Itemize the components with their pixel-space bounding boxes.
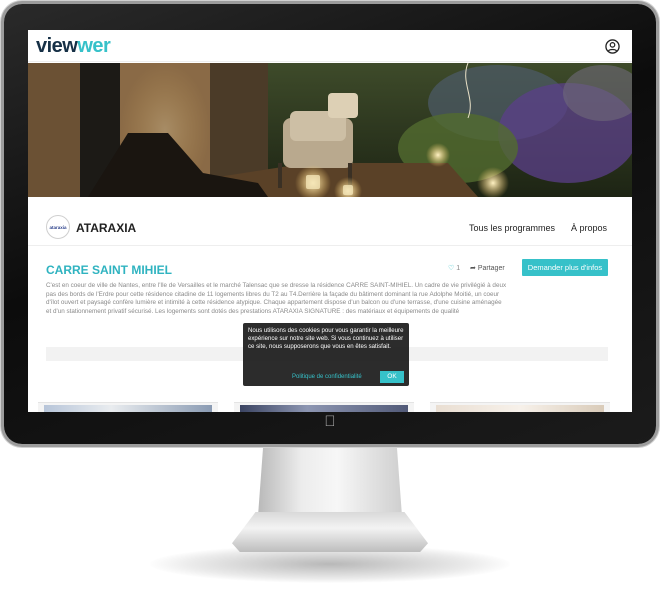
program-card[interactable]: [38, 402, 218, 412]
top-bar: viewwer: [28, 30, 632, 62]
cookie-ok-button[interactable]: OK: [380, 371, 404, 383]
logo-part-dark: view: [36, 35, 78, 57]
logo-part-accent: wer: [77, 35, 111, 57]
apple-logo-icon: : [322, 413, 338, 431]
banner-photo: [28, 63, 632, 197]
share-button[interactable]: ➦ Partager: [470, 264, 505, 272]
developer-bar: ataraxia ATARAXIA Tous les programmes À …: [28, 212, 632, 246]
card-thumbnail: [436, 405, 604, 412]
heart-icon: ♡: [448, 265, 455, 272]
ataraxia-logo[interactable]: ataraxia: [46, 215, 70, 239]
program-card[interactable]: [234, 402, 414, 412]
monitor-stand-base: [232, 512, 428, 552]
program-card[interactable]: [430, 402, 610, 412]
nav-about[interactable]: À propos: [571, 223, 607, 233]
viewwer-logo[interactable]: viewwer: [36, 35, 111, 58]
program-description: C'est en coeur de ville de Nantes, entre…: [46, 282, 507, 315]
banner-image: [28, 63, 632, 197]
share-label: Partager: [477, 265, 505, 272]
share-arrow-icon: ➦: [470, 265, 476, 272]
nav-all-programs[interactable]: Tous les programmes: [469, 223, 555, 233]
monitor-stand-neck: [258, 438, 402, 516]
cookie-banner: Nous utilisons des cookies pour vous gar…: [243, 323, 409, 386]
like-count: 1: [456, 265, 461, 272]
user-circle-icon[interactable]: [605, 39, 620, 54]
request-info-button[interactable]: Demander plus d'infos: [522, 259, 608, 276]
developer-name: ATARAXIA: [76, 221, 137, 235]
like-button[interactable]: ♡ 1: [448, 264, 460, 272]
privacy-policy-link[interactable]: Politique de confidentialité: [292, 374, 362, 380]
browser-screen: viewwer ataraxia ATARAXIA Tous les progr…: [28, 30, 632, 412]
cookie-message: Nous utilisons des cookies pour vous gar…: [248, 327, 404, 351]
card-thumbnail: [240, 405, 408, 412]
card-thumbnail: [44, 405, 212, 412]
program-title: CARRE SAINT MIHIEL: [46, 263, 172, 277]
